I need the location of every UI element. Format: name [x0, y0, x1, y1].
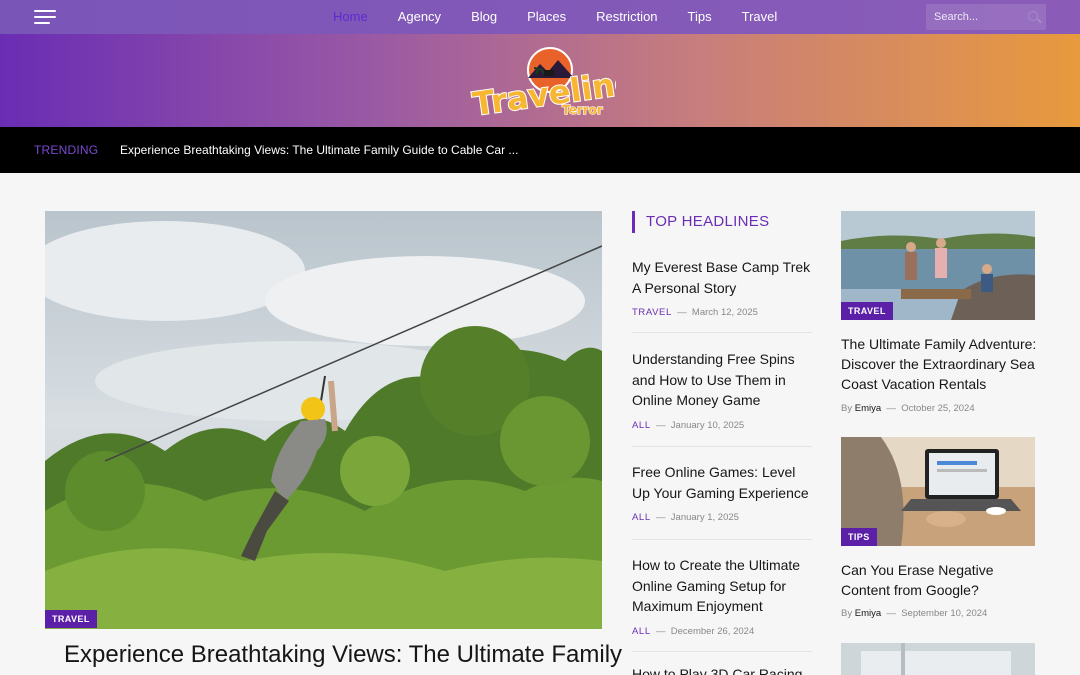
headline-category[interactable]: ALL — [632, 626, 651, 637]
side-post-meta: By Emiya — October 25, 2024 — [841, 403, 975, 414]
top-nav: Home Agency Blog Places Restriction Tips… — [0, 0, 1080, 34]
headline-item: Free Online Games: Level Up Your Gaming … — [632, 462, 812, 523]
headline-meta: ALL — January 10, 2025 — [632, 419, 745, 431]
nav-item-tips[interactable]: Tips — [688, 0, 712, 34]
post-date: October 25, 2024 — [901, 403, 975, 414]
divider — [632, 651, 812, 652]
side-post-category-badge[interactable]: TIPS — [841, 528, 877, 546]
trending-link[interactable]: Experience Breathtaking Views: The Ultim… — [120, 127, 518, 173]
side-post-title[interactable]: Can You Erase Negative Content from Goog… — [841, 560, 1041, 600]
nav-item-restriction[interactable]: Restriction — [596, 0, 657, 34]
headline-title[interactable]: My Everest Base Camp Trek A Personal Sto… — [632, 257, 812, 298]
divider — [632, 539, 812, 540]
nav-item-blog[interactable]: Blog — [471, 0, 497, 34]
nav-item-places[interactable]: Places — [527, 0, 566, 34]
headline-date: January 10, 2025 — [670, 419, 745, 431]
headline-category[interactable]: ALL — [632, 420, 651, 431]
headline-item: My Everest Base Camp Trek A Personal Sto… — [632, 257, 812, 318]
headline-title[interactable]: Understanding Free Spins and How to Use … — [632, 349, 812, 411]
feature-title[interactable]: Experience Breathtaking Views: The Ultim… — [64, 641, 622, 669]
search-box — [926, 4, 1046, 30]
nav-item-agency[interactable]: Agency — [398, 0, 441, 34]
search-input[interactable] — [926, 4, 1016, 30]
headline-meta: ALL — January 1, 2025 — [632, 512, 739, 523]
headline-meta: ALL — December 26, 2024 — [632, 625, 755, 637]
by-label: By — [841, 403, 853, 414]
divider — [632, 446, 812, 447]
headline-item: How to Create the Ultimate Online Gaming… — [632, 555, 812, 637]
nav-item-travel[interactable]: Travel — [742, 0, 778, 34]
headline-category[interactable]: TRAVEL — [632, 307, 672, 318]
site-logo[interactable]: Traveling Terror — [466, 44, 616, 120]
headline-category[interactable]: ALL — [632, 512, 651, 523]
feature-image[interactable]: TRAVEL — [45, 211, 602, 629]
trending-label: TRENDING — [34, 143, 99, 157]
main-menu: Home Agency Blog Places Restriction Tips… — [333, 0, 807, 34]
headline-date: December 26, 2024 — [670, 625, 755, 637]
side-post-image[interactable] — [841, 643, 1035, 675]
headline-item: How to Play 3D Car Racing — [632, 664, 812, 675]
headline-title[interactable]: Free Online Games: Level Up Your Gaming … — [632, 462, 812, 503]
headline-date: January 1, 2025 — [670, 512, 739, 523]
divider — [632, 332, 812, 333]
nav-item-home[interactable]: Home — [333, 0, 368, 34]
trending-bar: TRENDING Experience Breathtaking Views: … — [0, 127, 1080, 173]
side-post-category-badge[interactable]: TRAVEL — [841, 302, 893, 320]
side-post-title[interactable]: The Ultimate Family Adventure: Discover … — [841, 334, 1041, 394]
by-label: By — [841, 608, 853, 619]
headline-title[interactable]: How to Play 3D Car Racing — [632, 664, 812, 675]
side-post-meta: By Emiya — September 10, 2024 — [841, 608, 988, 619]
headline-date: March 12, 2025 — [691, 307, 758, 318]
headline-item: Understanding Free Spins and How to Use … — [632, 349, 812, 431]
logo-word-terror: Terror — [562, 103, 603, 117]
search-icon[interactable] — [1028, 11, 1038, 21]
post-date: September 10, 2024 — [901, 608, 988, 619]
top-headlines-heading: TOP HEADLINES — [632, 211, 769, 233]
headline-meta: TRAVEL — March 12, 2025 — [632, 307, 758, 318]
hamburger-menu-icon[interactable] — [34, 10, 56, 24]
feature-category-badge[interactable]: TRAVEL — [45, 610, 97, 628]
headline-title[interactable]: How to Create the Ultimate Online Gaming… — [632, 555, 812, 617]
author-link[interactable]: Emiya — [855, 608, 881, 619]
author-link[interactable]: Emiya — [855, 403, 881, 414]
